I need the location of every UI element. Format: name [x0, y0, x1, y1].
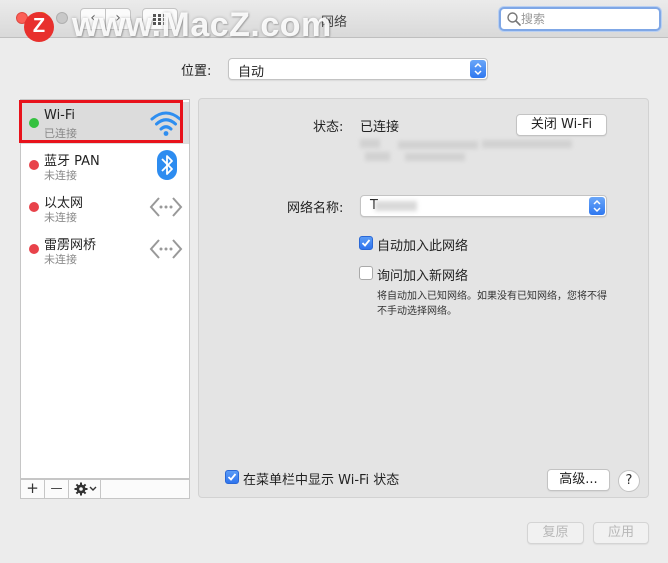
- service-item-ethernet[interactable]: 以太网 未连接: [21, 186, 189, 228]
- thunderbolt-bridge-icon: [149, 239, 183, 259]
- action-menu-button[interactable]: [69, 480, 101, 498]
- network-name-popup[interactable]: T: [360, 195, 607, 217]
- service-status: 未连接: [44, 169, 77, 182]
- watermark-logo: Z: [24, 12, 54, 42]
- location-value: 自动: [238, 65, 265, 80]
- location-popup[interactable]: 自动: [228, 58, 488, 80]
- service-name: Wi-Fi: [44, 108, 76, 123]
- watermark-text: www.MacZ.com: [72, 6, 332, 44]
- service-status: 已连接: [44, 127, 77, 140]
- checkmark-icon: [227, 473, 237, 481]
- ethernet-icon: [149, 197, 183, 217]
- service-list: Wi-Fi 已连接 蓝牙 PAN 未连接 以太网 未连接 雷雳网桥 未连接: [20, 99, 190, 479]
- location-label: 位置:: [181, 64, 212, 79]
- turn-off-wifi-button[interactable]: 关闭 Wi-Fi: [516, 114, 607, 136]
- show-menubar-label[interactable]: 在菜单栏中显示 Wi-Fi 状态: [243, 469, 399, 488]
- add-service-button[interactable]: +: [21, 480, 45, 498]
- redacted-network-name: [375, 201, 417, 211]
- revert-button[interactable]: 复原: [527, 522, 584, 544]
- status-dot: [29, 202, 39, 212]
- advanced-button[interactable]: 高级...: [547, 469, 610, 491]
- ask-join-description: 将自动加入已知网络。如果没有已知网络，您将不得不手动选择网络。: [377, 291, 607, 317]
- status-dot: [29, 118, 39, 128]
- network-name-label: 网络名称:: [287, 201, 344, 216]
- service-item-thunderbolt-bridge[interactable]: 雷雳网桥 未连接: [21, 228, 189, 270]
- search-input[interactable]: [521, 10, 651, 28]
- service-item-bluetooth-pan[interactable]: 蓝牙 PAN 未连接: [21, 144, 189, 186]
- auto-join-checkbox[interactable]: [359, 236, 373, 250]
- sidebar-toolbar: + —: [20, 479, 190, 499]
- status-dot: [29, 160, 39, 170]
- ask-join-checkbox[interactable]: [359, 266, 373, 280]
- status-value: 已连接: [360, 120, 400, 135]
- apply-button[interactable]: 应用: [593, 522, 649, 544]
- ask-join-label[interactable]: 询问加入新网络: [377, 265, 468, 284]
- wifi-icon: [150, 111, 182, 136]
- search-icon: [507, 12, 521, 26]
- auto-join-label[interactable]: 自动加入此网络: [377, 235, 468, 254]
- status-dot: [29, 244, 39, 254]
- gear-icon: [74, 482, 96, 496]
- status-label: 状态:: [313, 120, 344, 135]
- popup-arrows-icon: [589, 197, 605, 215]
- help-button[interactable]: ?: [618, 470, 640, 492]
- search-field[interactable]: [499, 7, 661, 31]
- popup-arrows-icon: [470, 60, 486, 78]
- service-status: 未连接: [44, 253, 77, 266]
- service-item-wifi[interactable]: Wi-Fi 已连接: [21, 102, 189, 144]
- bluetooth-icon: [157, 150, 177, 180]
- remove-service-button[interactable]: —: [45, 480, 69, 498]
- service-status: 未连接: [44, 211, 77, 224]
- checkmark-icon: [361, 239, 371, 247]
- show-menubar-checkbox[interactable]: [225, 470, 239, 484]
